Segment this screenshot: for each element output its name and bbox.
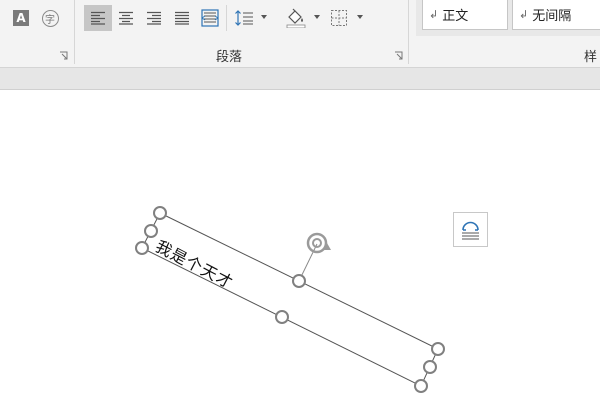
resize-handle-top[interactable] — [292, 274, 306, 288]
layout-options-icon — [462, 221, 479, 240]
resize-handle-top-left[interactable] — [153, 206, 167, 220]
textbox-border[interactable] — [141, 212, 439, 387]
textbox-selection[interactable] — [0, 0, 600, 400]
layout-options-button[interactable] — [453, 212, 488, 247]
resize-handle-top-right[interactable] — [431, 342, 445, 356]
resize-handle-left[interactable] — [144, 224, 158, 238]
resize-handle-right[interactable] — [423, 360, 437, 374]
rotate-handle-icon[interactable] — [306, 232, 331, 254]
resize-handle-bottom[interactable] — [275, 310, 289, 324]
resize-handle-bottom-left[interactable] — [135, 241, 149, 255]
resize-handle-bottom-right[interactable] — [414, 379, 428, 393]
